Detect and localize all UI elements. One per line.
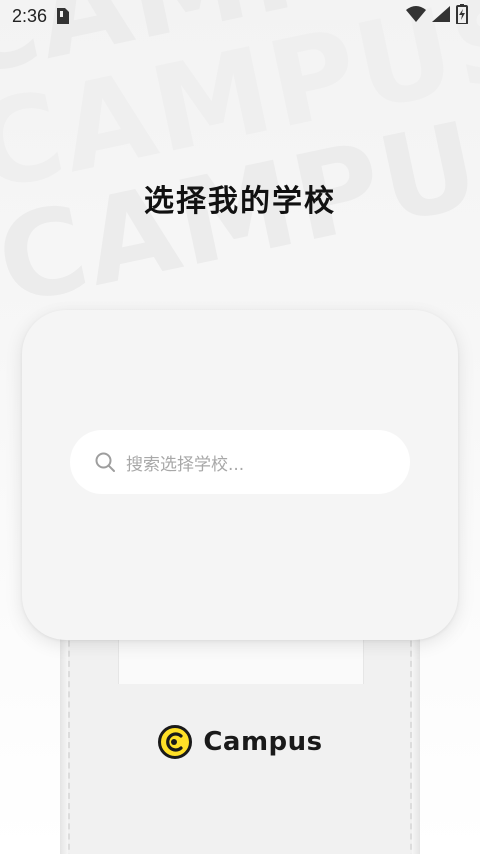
status-bar: 2:36 <box>0 0 480 32</box>
battery-icon <box>456 4 468 28</box>
school-select-screen: CAMPUS CAMPUS CAMPUS 2:36 <box>0 0 480 854</box>
status-icons <box>406 4 468 28</box>
search-icon <box>94 451 116 473</box>
wifi-icon <box>406 6 426 26</box>
cell-signal-icon <box>432 6 450 26</box>
brand: Campus <box>0 724 480 760</box>
campus-logo-icon <box>157 724 193 760</box>
background-watermark: CAMPUS CAMPUS CAMPUS <box>0 0 480 332</box>
page-title: 选择我的学校 <box>144 184 336 219</box>
paper-slot-decoration <box>118 636 364 684</box>
search-placeholder: 搜索选择学校... <box>126 454 245 475</box>
sim-card-icon <box>57 8 70 24</box>
school-search-card: 搜索选择学校... <box>22 310 458 640</box>
school-search-input[interactable]: 搜索选择学校... <box>70 430 410 494</box>
status-time: 2:36 <box>12 5 48 26</box>
brand-name: Campus <box>203 727 323 757</box>
